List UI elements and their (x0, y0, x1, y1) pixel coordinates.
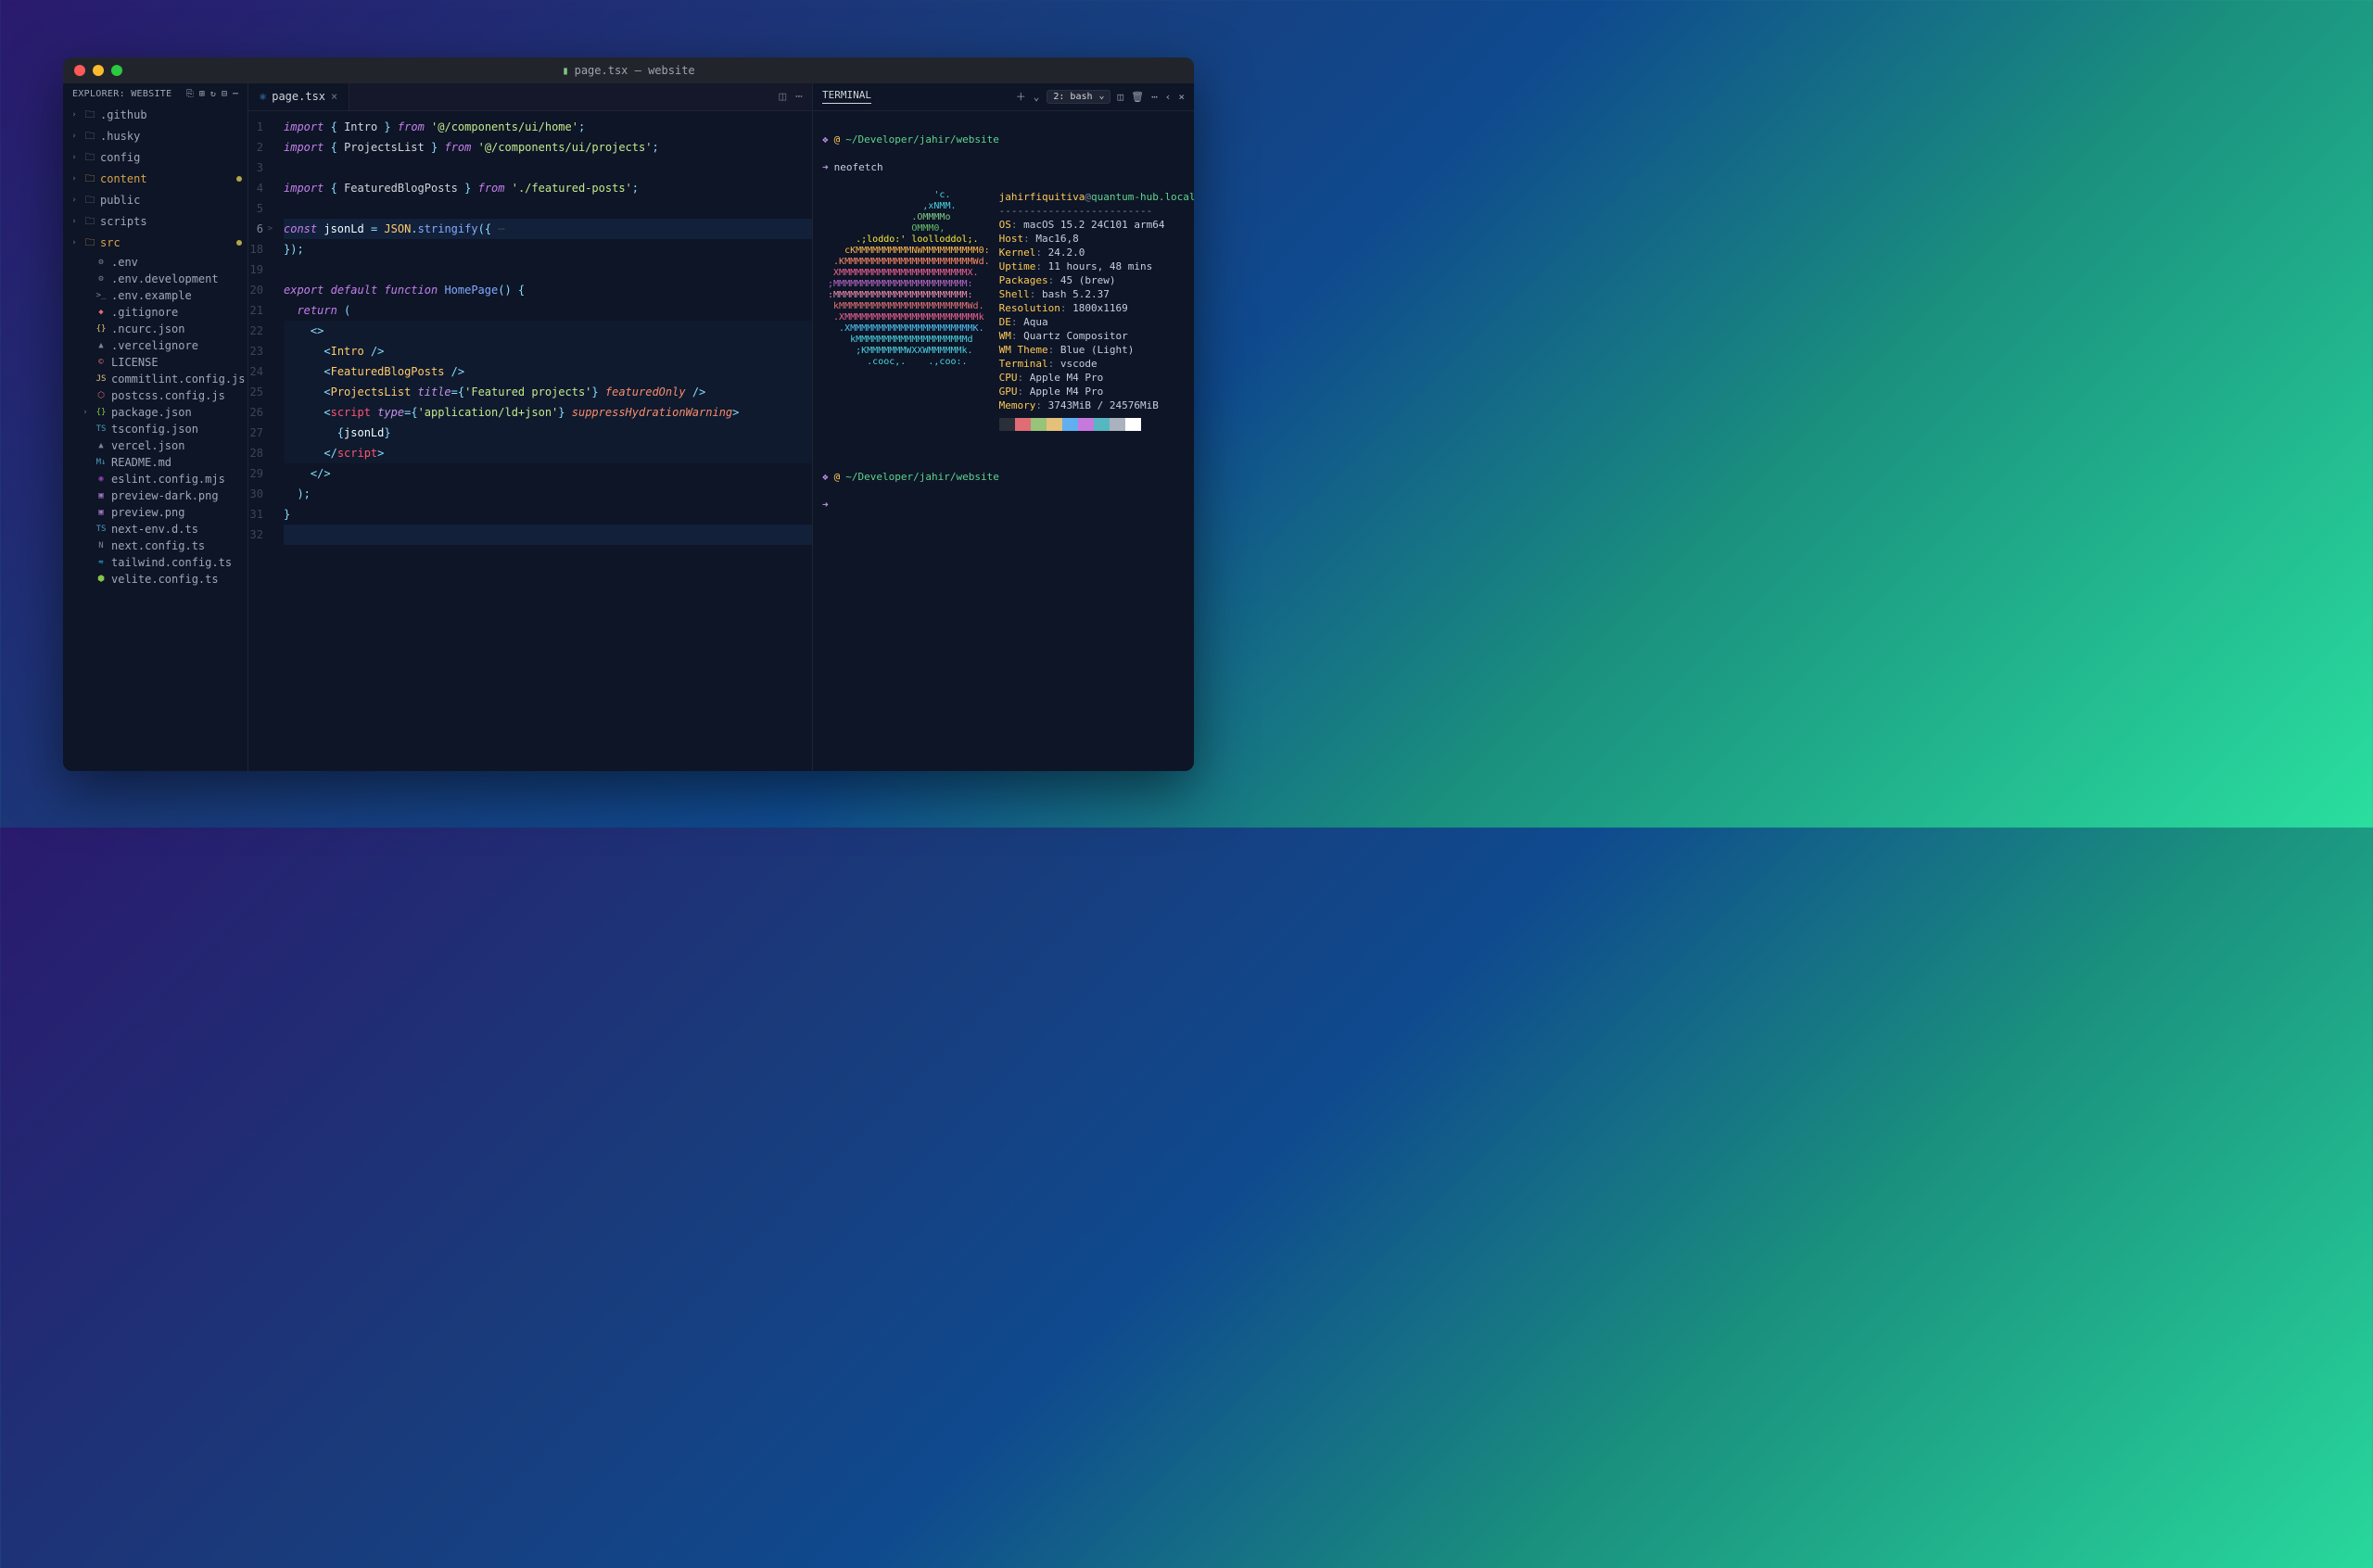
tree-folder[interactable]: ›🗀.github (63, 105, 247, 126)
code-area[interactable]: 123456>181920212223242526272829303132 im… (248, 111, 812, 771)
tree-file[interactable]: ▣preview-dark.png (63, 487, 247, 504)
prompt-arrow-icon: ➜ (822, 498, 829, 512)
editor-actions: ◫ ⋯ (779, 90, 812, 104)
tree-file[interactable]: ⚙.env (63, 254, 247, 271)
terminal-title[interactable]: TERMINAL (822, 89, 871, 104)
explorer-header: EXPLORER: WEBSITE ⎘ ⊞ ↻ ⊟ ⋯ (63, 83, 247, 105)
editor-pane: ⚛ page.tsx × ◫ ⋯ 123456>1819202122232425… (248, 83, 812, 771)
terminal-chevron-icon[interactable]: ‹ (1165, 91, 1172, 103)
file-icon: ▮ (562, 64, 568, 77)
new-terminal-icon[interactable]: ＋ (1016, 89, 1026, 104)
app-window: ▮ page.tsx — website EXPLORER: WEBSITE ⎘… (63, 57, 1194, 771)
tree-file[interactable]: ▲.vercelignore (63, 337, 247, 354)
main-layout: EXPLORER: WEBSITE ⎘ ⊞ ↻ ⊟ ⋯ ›🗀.github›🗀.… (63, 83, 1194, 771)
tree-file[interactable]: ◉eslint.config.mjs (63, 471, 247, 487)
terminal-close-icon[interactable]: × (1178, 91, 1185, 103)
command-text: neofetch (834, 160, 883, 174)
terminal-pane: TERMINAL ＋ ⌄ 2: bash ◫ 🗑 ⋯ ‹ × ❖ @ ~/Dev… (812, 83, 1194, 771)
more-icon[interactable]: ⋯ (233, 89, 238, 99)
terminal-more-icon[interactable]: ⋯ (1151, 91, 1158, 103)
explorer-actions: ⎘ ⊞ ↻ ⊟ ⋯ (186, 89, 238, 99)
tree-file[interactable]: ▣preview.png (63, 504, 247, 521)
prompt-cursor: ➜ (822, 498, 1185, 512)
neofetch-info: jahirfiquitiva@quantum-hub.local--------… (999, 190, 1194, 431)
tree-file[interactable]: >_.env.example (63, 287, 247, 304)
tab-bar: ⚛ page.tsx × ◫ ⋯ (248, 83, 812, 111)
tree-file[interactable]: ≈tailwind.config.ts (63, 554, 247, 571)
new-folder-icon[interactable]: ⊞ (199, 89, 205, 99)
tab-label: page.tsx (272, 90, 325, 103)
close-tab-icon[interactable]: × (331, 90, 337, 103)
explorer-title: EXPLORER: WEBSITE (72, 89, 171, 99)
tree-folder[interactable]: ›🗀public (63, 190, 247, 211)
prompt-path: ~/Developer/jahir/website (845, 470, 999, 484)
react-icon: ⚛ (260, 90, 266, 103)
tree-folder[interactable]: ›🗀.husky (63, 126, 247, 147)
tree-file[interactable]: ⚙.env.development (63, 271, 247, 287)
tree-folder[interactable]: ›🗀scripts (63, 211, 247, 233)
tree-file[interactable]: ›{}package.json (63, 404, 247, 421)
terminal-selector[interactable]: 2: bash (1047, 90, 1110, 104)
tree-file[interactable]: JScommitlint.config.js (63, 371, 247, 387)
refresh-icon[interactable]: ↻ (210, 89, 216, 99)
split-terminal-icon[interactable]: ◫ (1118, 91, 1124, 103)
titlebar: ▮ page.tsx — website (63, 57, 1194, 83)
neofetch-output: 'c. ,xNMM. .OMMMMo OMMM0, .;loddo:' lool… (822, 190, 1185, 431)
window-title: ▮ page.tsx — website (562, 64, 694, 77)
tab-page-tsx[interactable]: ⚛ page.tsx × (248, 83, 349, 110)
prompt-at: @ (834, 470, 841, 484)
tree-folder[interactable]: ›🗀content (63, 169, 247, 190)
prompt-icon: ❖ (822, 470, 829, 484)
tree-file[interactable]: TSnext-env.d.ts (63, 521, 247, 537)
terminal-body[interactable]: ❖ @ ~/Developer/jahir/website ➜ neofetch… (813, 111, 1194, 771)
tree-folder[interactable]: ›🗀config (63, 147, 247, 169)
prompt-icon: ❖ (822, 133, 829, 146)
tree-file[interactable]: ◆.gitignore (63, 304, 247, 321)
explorer-sidebar: EXPLORER: WEBSITE ⎘ ⊞ ↻ ⊟ ⋯ ›🗀.github›🗀.… (63, 83, 248, 771)
tree-file[interactable]: ▲vercel.json (63, 437, 247, 454)
window-title-text: page.tsx — website (575, 64, 695, 77)
traffic-lights (74, 65, 122, 76)
file-tree: ›🗀.github›🗀.husky›🗀config›🗀content›🗀publ… (63, 105, 247, 771)
prompt-at: @ (834, 133, 841, 146)
split-editor-icon[interactable]: ◫ (779, 90, 786, 104)
maximize-window-button[interactable] (111, 65, 122, 76)
prompt-path: ~/Developer/jahir/website (845, 133, 999, 146)
terminal-actions: ＋ ⌄ 2: bash ◫ 🗑 ⋯ ‹ × (1016, 89, 1185, 104)
command-line: ➜ neofetch (822, 160, 1185, 174)
tree-file[interactable]: M↓README.md (63, 454, 247, 471)
line-gutter: 123456>181920212223242526272829303132 (248, 111, 280, 771)
close-window-button[interactable] (74, 65, 85, 76)
ascii-art: 'c. ,xNMM. .OMMMMo OMMM0, .;loddo:' lool… (822, 190, 990, 431)
editor-more-icon[interactable]: ⋯ (795, 90, 803, 104)
minimize-window-button[interactable] (93, 65, 104, 76)
tree-file[interactable]: Nnext.config.ts (63, 537, 247, 554)
new-file-icon[interactable]: ⎘ (186, 89, 194, 99)
tree-file[interactable]: ⬡postcss.config.js (63, 387, 247, 404)
tree-file[interactable]: TStsconfig.json (63, 421, 247, 437)
tree-file[interactable]: ©LICENSE (63, 354, 247, 371)
tree-file[interactable]: {}.ncurc.json (63, 321, 247, 337)
prompt-line: ❖ @ ~/Developer/jahir/website (822, 133, 1185, 146)
prompt-arrow-icon: ➜ (822, 160, 829, 174)
split-terminal-chevron-icon[interactable]: ⌄ (1034, 91, 1040, 103)
collapse-icon[interactable]: ⊟ (222, 89, 227, 99)
prompt-line-2: ❖ @ ~/Developer/jahir/website (822, 470, 1185, 484)
tree-file[interactable]: ⬢velite.config.ts (63, 571, 247, 588)
terminal-header: TERMINAL ＋ ⌄ 2: bash ◫ 🗑 ⋯ ‹ × (813, 83, 1194, 111)
tree-folder[interactable]: ›🗀src (63, 233, 247, 254)
kill-terminal-icon[interactable]: 🗑 (1131, 91, 1144, 103)
code-content[interactable]: import { Intro } from '@/components/ui/h… (280, 111, 812, 771)
